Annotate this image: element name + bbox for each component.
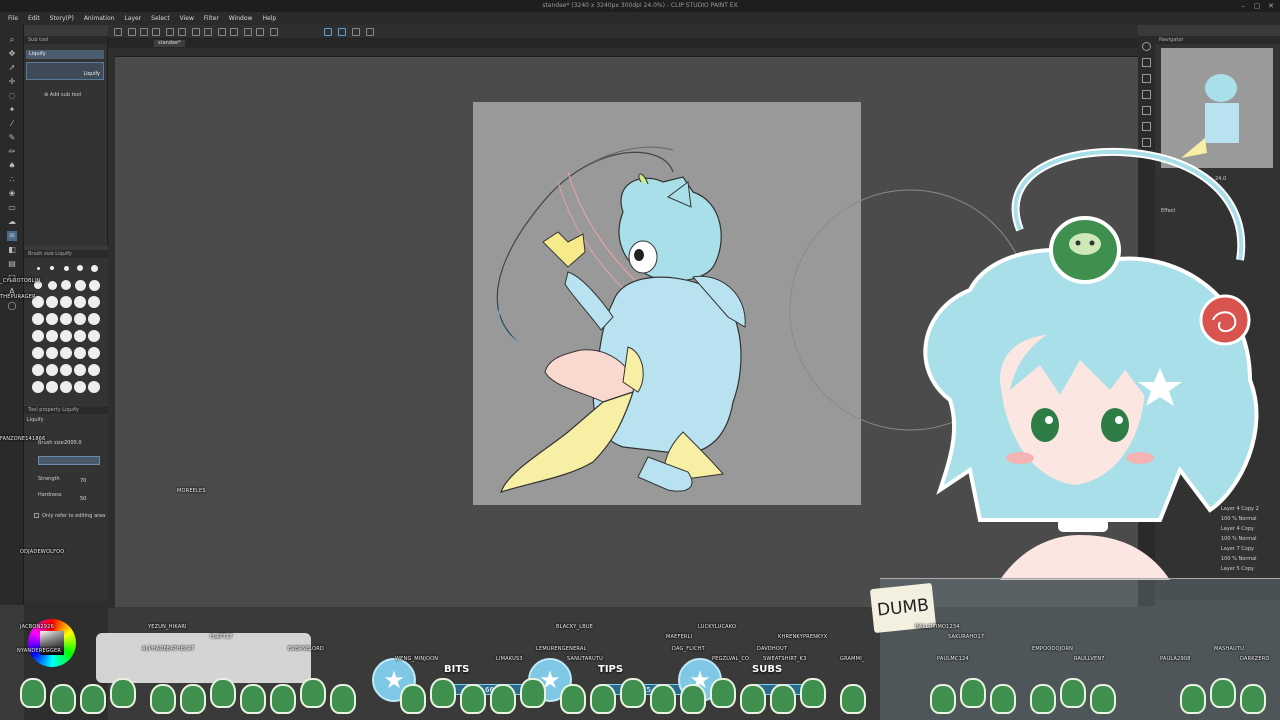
chat-username: DAVDHOUT [757,646,788,652]
chat-username: RAULLVEN7 [1074,656,1105,662]
chat-username: LIMAKUS3 [496,656,523,662]
chat-username: MASHAUTU [1214,646,1245,652]
chat-username: PAULMC124 [937,656,969,662]
chat-username: FLATT17 [210,634,233,640]
chat-username: PEGZLVAL_CO [712,656,750,662]
chat-username: WENG_MINJOON [395,656,439,662]
chat-username: BLACKY_LBUE [556,624,594,630]
chat-username: JACBON2926 [20,624,54,630]
chat-username: KHRENKYPRENKYX [778,634,828,640]
chat-username: MAEFERLI [666,634,693,640]
chat-username: GRAMMI_ [840,656,865,662]
chat-username: LUCKYLUCAKO [698,624,737,630]
chat-username: THEPURAGER [0,294,36,300]
chat-username: FANZONE141866 [0,436,46,442]
chat-username: DAG_FLICHT [672,646,705,652]
chat-username: MOREELES [177,488,206,494]
chat-username: ODJADEWOLFOO [20,549,65,555]
chat-username: _CYLOOTOBLIN [0,278,41,284]
chat-username: ALPHADEBATHECAT [142,646,195,652]
chat-username: HALLOTIMO1234 [915,624,960,630]
chat-username: EMPOOOOJORN [1032,646,1074,652]
chat-username: PAULA2908 [1160,656,1191,662]
chat-username: DARKZERO [1240,656,1270,662]
chat-username: SANUTARUTU [567,656,604,662]
chat-username: SAKURAHO17 [948,634,985,640]
chat-username: YEZUN_HIKARI [148,624,187,630]
chat-username: LEMURENGENERAL [536,646,587,652]
chat-username: SWEATSHIRT_K3 [763,656,807,662]
chat-username: NYANDEREGGER [17,648,61,654]
chat-usernames: _CYLOOTOBLIN THEPURAGER FANZONE141866 ODJAD… [0,0,1280,720]
chat-username: EVERNELORD [288,646,324,652]
